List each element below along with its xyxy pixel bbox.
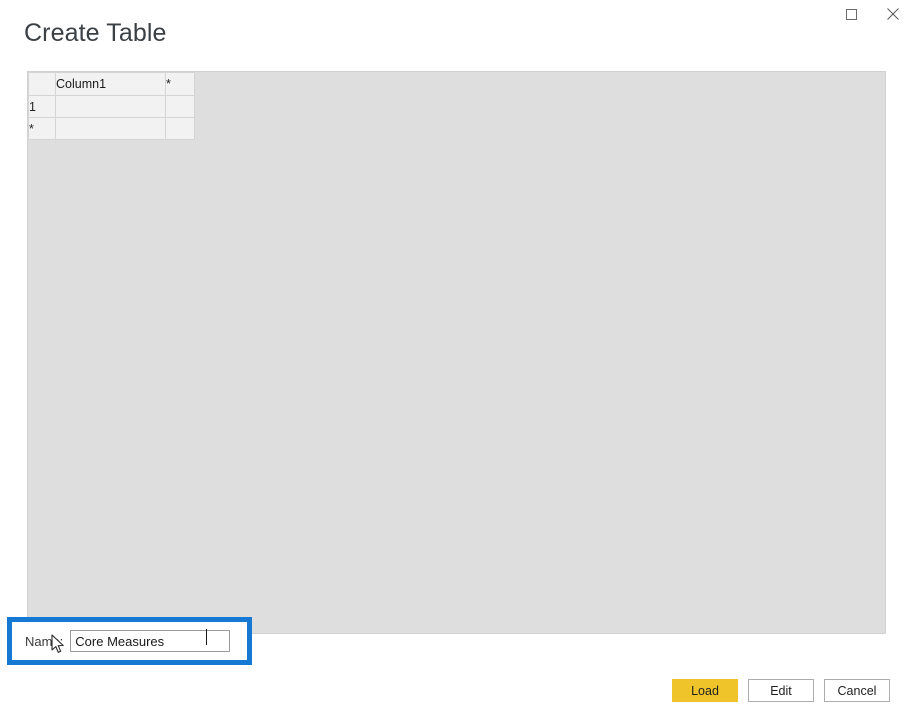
name-label: Name: — [25, 633, 64, 649]
close-button[interactable] — [872, 0, 914, 28]
edit-button[interactable]: Edit — [748, 679, 814, 702]
cancel-button[interactable]: Cancel — [824, 679, 890, 702]
row-header-new[interactable]: * — [28, 117, 56, 140]
dialog-footer: Load Edit Cancel — [672, 679, 890, 702]
page-title: Create Table — [24, 19, 167, 47]
load-button[interactable]: Load — [672, 679, 738, 702]
name-field-group: Name: — [25, 625, 231, 657]
window-controls — [830, 0, 914, 28]
data-grid[interactable]: Column1 * 1 * — [28, 72, 195, 140]
table-row-new[interactable]: * — [28, 117, 195, 140]
maximize-button[interactable] — [830, 0, 872, 28]
table-editor-panel: Column1 * 1 * — [27, 71, 886, 634]
grid-header-row: Column1 * — [28, 72, 195, 96]
table-row[interactable]: 1 — [28, 95, 195, 118]
cell-row1-newcolumn[interactable] — [165, 95, 195, 118]
add-column-header[interactable]: * — [165, 72, 195, 96]
close-icon — [887, 8, 899, 20]
row-header-1[interactable]: 1 — [28, 95, 56, 118]
cell-row1-column1[interactable] — [55, 95, 166, 118]
column-header-column1[interactable]: Column1 — [55, 72, 166, 96]
cell-newrow-newcolumn[interactable] — [165, 117, 195, 140]
text-caret — [206, 629, 207, 645]
grid-corner-header[interactable] — [28, 72, 56, 96]
maximize-icon — [845, 8, 857, 20]
cell-newrow-column1[interactable] — [55, 117, 166, 140]
